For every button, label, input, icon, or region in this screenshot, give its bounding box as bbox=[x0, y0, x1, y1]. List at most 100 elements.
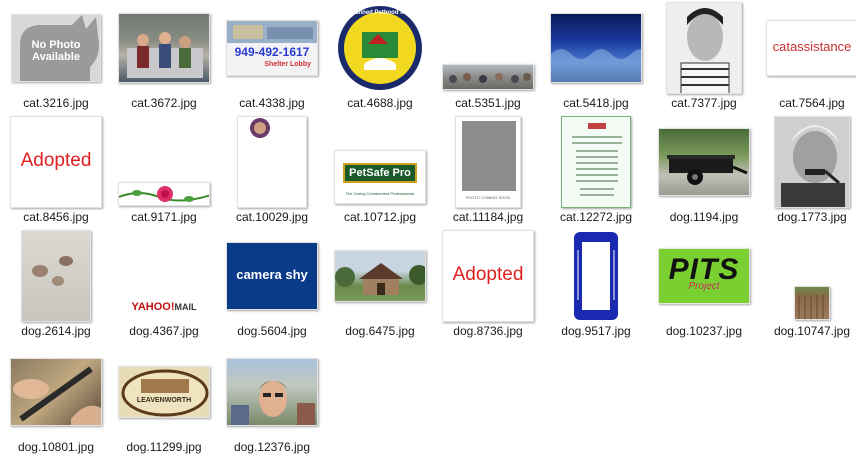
rose-icon bbox=[119, 186, 209, 202]
file-name: cat.4338.jpg bbox=[239, 96, 305, 110]
file-name: dog.12376.jpg bbox=[233, 440, 311, 454]
file-name: cat.3216.jpg bbox=[23, 96, 89, 110]
file-item[interactable]: No Photo Available cat.3216.jpg bbox=[2, 2, 110, 117]
file-name: cat.5418.jpg bbox=[563, 96, 629, 110]
file-item[interactable]: cat.10029.jpg bbox=[218, 116, 326, 231]
file-name: dog.9517.jpg bbox=[561, 324, 631, 338]
file-item[interactable]: Planned Pethood Inc. cat.4688.jpg bbox=[326, 2, 434, 117]
thumbnail-image: camera shy bbox=[226, 242, 318, 310]
thumbnail-image bbox=[21, 230, 91, 322]
thumbnail-image: PITS Project bbox=[658, 248, 750, 304]
selfie-image bbox=[231, 381, 315, 425]
file-name: cat.5351.jpg bbox=[455, 96, 521, 110]
thumbnail-image: PHOTO COMING SOON bbox=[455, 116, 521, 208]
thumbnail-image: Adopted bbox=[442, 230, 534, 322]
file-item[interactable]: cat.3672.jpg bbox=[110, 2, 218, 117]
file-name: dog.2614.jpg bbox=[21, 324, 91, 338]
file-item[interactable]: dog.10747.jpg bbox=[758, 230, 856, 345]
file-name: dog.11299.jpg bbox=[126, 440, 202, 454]
file-name: dog.8736.jpg bbox=[453, 324, 523, 338]
thumbnail-image bbox=[226, 358, 318, 426]
thumbnail-image bbox=[774, 116, 850, 208]
file-item[interactable]: dog.1773.jpg bbox=[758, 116, 856, 231]
thumbnail-image: LEAVENWORTH bbox=[118, 366, 210, 418]
thumbnail-image: No Photo Available bbox=[11, 14, 101, 82]
file-item[interactable]: Adopted dog.8736.jpg bbox=[434, 230, 542, 345]
project-text: Project bbox=[688, 281, 720, 292]
file-item[interactable]: cat.12272.jpg bbox=[542, 116, 650, 231]
file-name: cat.3672.jpg bbox=[131, 96, 197, 110]
adopted-text: Adopted bbox=[20, 150, 92, 171]
thumbnail-image bbox=[118, 13, 210, 83]
mail-text: MAIL bbox=[174, 302, 197, 312]
logo-text: Planned Pethood Inc. bbox=[349, 10, 411, 16]
photo-coming-soon-text: PHOTO COMING SOON bbox=[465, 195, 511, 200]
file-item[interactable]: cat.9171.jpg bbox=[110, 116, 218, 231]
thumbnail-image bbox=[794, 286, 830, 320]
file-item[interactable]: catassistance cat.7564.jpg bbox=[758, 2, 856, 117]
file-name: cat.12272.jpg bbox=[559, 210, 633, 224]
thumbnail-image bbox=[550, 13, 642, 83]
thumbnail-image bbox=[572, 230, 620, 322]
file-name: dog.10747.jpg bbox=[773, 324, 851, 338]
trailer-image bbox=[667, 155, 748, 185]
petsafe-logo-text: PetSafe Pro bbox=[343, 163, 417, 183]
file-name: dog.10237.jpg bbox=[665, 324, 743, 338]
leavenworth-sign-image bbox=[121, 369, 209, 417]
file-item[interactable]: PITS Project dog.10237.jpg bbox=[650, 230, 758, 345]
thumbnail-image: Adopted bbox=[10, 116, 102, 208]
phone-text: 949-492-1617 bbox=[234, 45, 310, 59]
no-photo-text: No Photo bbox=[31, 39, 81, 51]
license-plate-frame-image bbox=[574, 232, 618, 320]
file-item[interactable]: dog.12376.jpg bbox=[218, 346, 326, 461]
file-name: cat.11184.jpg bbox=[452, 210, 524, 224]
file-item[interactable]: PHOTO COMING SOON cat.11184.jpg bbox=[434, 116, 542, 231]
shelter-lobby-text: Shelter Lobby bbox=[264, 61, 311, 68]
planned-pethood-logo bbox=[338, 6, 422, 90]
thumbnail-image bbox=[658, 128, 750, 196]
file-name: dog.1773.jpg bbox=[777, 210, 847, 224]
file-item[interactable]: Adopted cat.8456.jpg bbox=[2, 116, 110, 231]
file-name: cat.8456.jpg bbox=[23, 210, 89, 224]
thumbnail-image: catassistance bbox=[766, 20, 856, 76]
camera-shy-text: camera shy bbox=[236, 267, 308, 282]
thumbnail-image bbox=[237, 116, 307, 208]
file-name: cat.9171.jpg bbox=[131, 210, 197, 224]
file-item[interactable]: 949-492-1617 Shelter Lobby cat.4338.jpg bbox=[218, 2, 326, 117]
file-item[interactable]: dog.2614.jpg bbox=[2, 230, 110, 345]
file-item[interactable]: dog.9517.jpg bbox=[542, 230, 650, 345]
file-name: cat.10029.jpg bbox=[235, 210, 309, 224]
thumbnail-image bbox=[442, 64, 534, 90]
fence-image bbox=[798, 295, 824, 319]
file-item[interactable]: YAHOO!MAIL dog.4367.jpg bbox=[110, 230, 218, 345]
file-item[interactable]: cat.7377.jpg bbox=[650, 2, 758, 117]
thumbnail-image: PetSafe Pro The Caring Containment Profe… bbox=[334, 150, 426, 204]
file-item[interactable]: PetSafe Pro The Caring Containment Profe… bbox=[326, 116, 434, 231]
yahoo-logo-text: YAHOO! bbox=[131, 301, 175, 313]
file-name: dog.1194.jpg bbox=[669, 210, 739, 224]
file-item[interactable]: camera shy dog.5604.jpg bbox=[218, 230, 326, 345]
file-item[interactable]: cat.5418.jpg bbox=[542, 2, 650, 117]
thumbnail-image: 949-492-1617 Shelter Lobby bbox=[226, 20, 318, 76]
file-explorer-content: { "files": [ {"name": "cat.3216.jpg"}, {… bbox=[0, 0, 856, 454]
file-item[interactable]: dog.6475.jpg bbox=[326, 230, 434, 345]
thumbnail-image bbox=[334, 250, 426, 302]
file-item[interactable]: cat.5351.jpg bbox=[434, 2, 542, 117]
file-item[interactable]: dog.1194.jpg bbox=[650, 116, 758, 231]
thumbnail-image: Planned Pethood Inc. bbox=[334, 4, 426, 92]
available-text: Available bbox=[32, 51, 80, 63]
file-name: cat.7564.jpg bbox=[779, 96, 845, 110]
file-item[interactable]: LEAVENWORTH dog.11299.jpg bbox=[110, 346, 218, 461]
file-name: dog.10801.jpg bbox=[17, 440, 95, 454]
file-name: cat.7377.jpg bbox=[671, 96, 737, 110]
thumbnail-image bbox=[561, 116, 631, 208]
file-name: cat.10712.jpg bbox=[343, 210, 417, 224]
adopted-text: Adopted bbox=[452, 264, 524, 285]
file-item[interactable]: dog.10801.jpg bbox=[2, 346, 110, 461]
file-name: cat.4688.jpg bbox=[347, 96, 413, 110]
leavenworth-text: LEAVENWORTH bbox=[136, 397, 192, 404]
petsafe-tagline: The Caring Containment Professionals bbox=[345, 191, 415, 196]
catassistance-logo-text: catassistance bbox=[772, 39, 852, 54]
thumbnail-image: YAHOO!MAIL bbox=[118, 300, 210, 318]
building-image bbox=[335, 263, 425, 295]
